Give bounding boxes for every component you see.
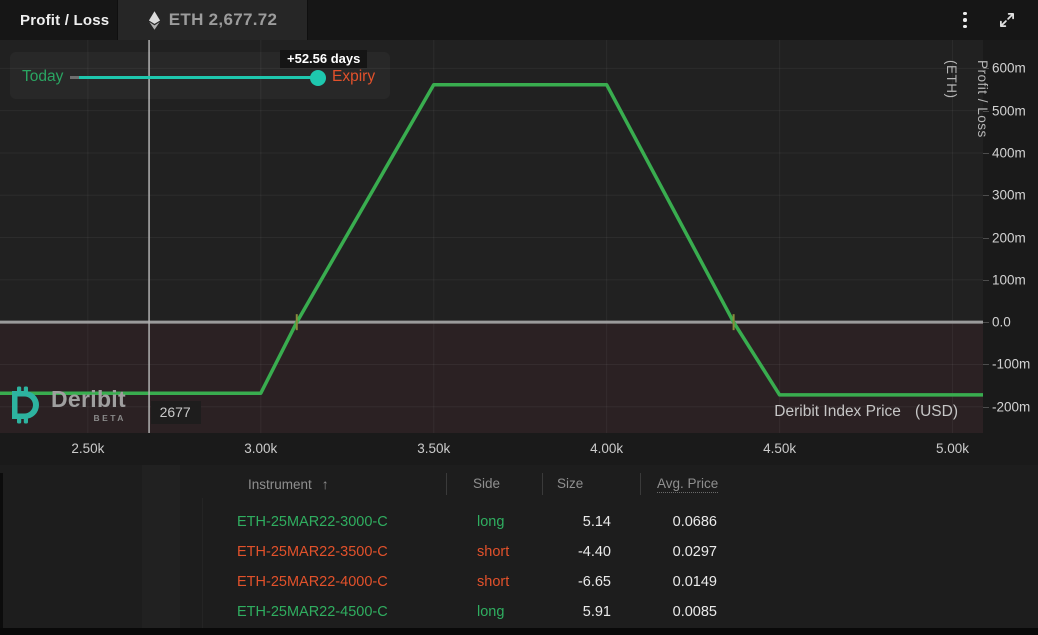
column-header-instrument[interactable]: Instrument ↑ [248, 476, 329, 492]
size-cell: -6.65 [500, 574, 611, 590]
x-axis-title: Deribit Index Price (USD) [774, 403, 958, 421]
column-separator [640, 473, 641, 495]
column-header-avg-price[interactable]: Avg. Price [657, 476, 718, 493]
y-axis: 600m 500m 400m 300m 200m 100m 0.0 -100m -200m [983, 40, 1038, 465]
x-tick-label: 3.50k [417, 441, 450, 456]
instrument-cell[interactable]: ETH-25MAR22-4500-C [237, 604, 388, 620]
y-tick-label: 100m [992, 272, 1026, 287]
days-tooltip: +52.56 days [280, 50, 367, 68]
table-row[interactable]: ETH-25MAR22-4000-Cshort-6.650.0149 [0, 568, 1038, 598]
y-tick-label: -100m [992, 357, 1030, 372]
instrument-cell[interactable]: ETH-25MAR22-3000-C [237, 514, 388, 530]
window-left-edge [0, 473, 3, 635]
time-slider-handle[interactable] [310, 70, 326, 86]
logo-name: Deribit [51, 386, 126, 412]
x-tick-label: 4.00k [590, 441, 623, 456]
time-slider-track[interactable] [79, 76, 318, 79]
deribit-logo-icon [8, 386, 44, 424]
top-bar: Profit / Loss ETH 2,677.72 [0, 0, 1038, 40]
table-row[interactable]: ETH-25MAR22-4500-Clong5.910.0085 [0, 598, 1038, 628]
size-cell: 5.14 [500, 514, 611, 530]
page-title: Profit / Loss [20, 0, 109, 40]
avg-price-cell: 0.0149 [600, 574, 717, 590]
table-row[interactable]: ETH-25MAR22-3500-Cshort-4.400.0297 [0, 538, 1038, 568]
y-tick-mark [983, 322, 989, 323]
y-tick-label: 400m [992, 145, 1026, 160]
expiry-label: Expiry [332, 68, 375, 86]
logo-beta-badge: BETA [93, 413, 126, 423]
x-axis-title-unit: (USD) [915, 403, 958, 421]
y-tick-mark [983, 364, 989, 365]
y-tick-label: 0.0 [992, 315, 1011, 330]
x-tick-label: 3.00k [244, 441, 277, 456]
size-cell: -4.40 [500, 544, 611, 560]
column-header-side[interactable]: Side [473, 476, 500, 491]
x-axis: 2.50k 3.00k 3.50k 4.00k 4.50k 5.00k [0, 433, 983, 465]
y-axis-title-text: Profit / Loss [975, 60, 990, 320]
y-tick-mark [983, 407, 989, 408]
instrument-header-label: Instrument [248, 477, 312, 492]
today-label: Today [22, 68, 63, 86]
sort-asc-icon: ↑ [322, 476, 329, 492]
eth-icon [148, 10, 161, 31]
positions-table: Instrument ↑ Side Size Avg. Price ETH-25… [0, 465, 1038, 628]
x-tick-label: 2.50k [71, 441, 104, 456]
kebab-menu-icon[interactable] [956, 8, 974, 32]
avg-price-cell: 0.0297 [600, 544, 717, 560]
y-tick-label: 500m [992, 103, 1026, 118]
y-axis-title-unit: (ETH) [944, 60, 959, 320]
y-tick-label: -200m [992, 399, 1030, 414]
slider-track-start [70, 76, 79, 79]
instrument-tab-label: ETH 2,677.72 [169, 10, 278, 30]
y-tick-label: 300m [992, 188, 1026, 203]
column-separator [542, 473, 543, 495]
positions-tbody: ETH-25MAR22-3000-Clong5.140.0686ETH-25MA… [0, 508, 1038, 628]
column-header-size[interactable]: Size [557, 476, 583, 491]
y-tick-label: 200m [992, 230, 1026, 245]
instrument-cell[interactable]: ETH-25MAR22-4000-C [237, 574, 388, 590]
deribit-logo: Deribit BETA [8, 386, 126, 424]
y-axis-title: Profit / Loss (ETH) [944, 60, 990, 320]
deribit-position-builder: Profit / Loss ETH 2,677.72 Today +52.56 … [0, 0, 1038, 635]
y-tick-label: 600m [992, 61, 1026, 76]
tab-instrument-eth[interactable]: ETH 2,677.72 [117, 0, 308, 40]
x-tick-label: 4.50k [763, 441, 796, 456]
avg-price-cell: 0.0686 [600, 514, 717, 530]
x-tick-label: 5.00k [936, 441, 969, 456]
crosshair-price-label: 2677 [151, 401, 201, 424]
table-header: Instrument ↑ Side Size Avg. Price [0, 471, 1038, 497]
avg-price-cell: 0.0085 [600, 604, 717, 620]
window-bottom-edge [0, 628, 1038, 635]
expand-icon[interactable] [997, 10, 1017, 30]
table-row[interactable]: ETH-25MAR22-3000-Clong5.140.0686 [0, 508, 1038, 538]
size-cell: 5.91 [500, 604, 611, 620]
x-axis-title-text: Deribit Index Price [774, 403, 901, 421]
column-separator [446, 473, 447, 495]
instrument-cell[interactable]: ETH-25MAR22-3500-C [237, 544, 388, 560]
